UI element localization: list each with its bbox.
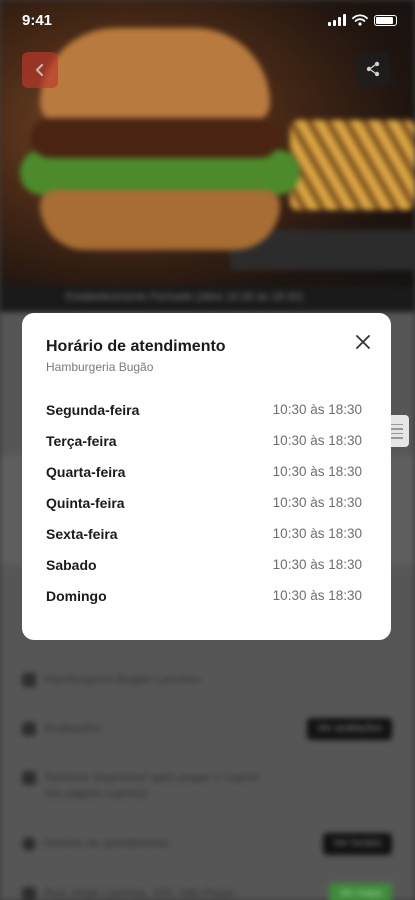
- signal-icon: [328, 14, 346, 26]
- burger-patty: [30, 118, 280, 158]
- hours-button[interactable]: Ver horário: [323, 833, 392, 855]
- phone-icon: [22, 771, 36, 785]
- reviews-row: Avaliações Ver avaliações: [22, 715, 392, 743]
- hero-image: [0, 0, 415, 312]
- day-label: Domingo: [46, 588, 107, 604]
- address-row: Rua Jorge Lacerda, 100, São Paulo Ver ma…: [22, 880, 392, 900]
- hours-row-sunday: Domingo 10:30 às 18:30: [46, 586, 362, 617]
- phone-row: Telefone disponível após pegar o cupom (…: [22, 764, 392, 804]
- closed-notice-text: Estabelecimento Fechado (Abre 10:30 às 1…: [66, 291, 303, 303]
- hours-row-bg: Horário de atendimento Ver horário: [22, 830, 392, 858]
- wifi-icon: [352, 14, 368, 26]
- battery-icon: [374, 15, 397, 26]
- day-label: Terça-feira: [46, 433, 117, 449]
- reviews-button[interactable]: Ver avaliações: [306, 718, 392, 740]
- phone-note-line2: (na página cupons): [44, 786, 147, 800]
- close-button[interactable]: [352, 331, 374, 353]
- hours-row-wednesday: Quarta-feira 10:30 às 18:30: [46, 462, 362, 493]
- hours-label-bg: Horário de atendimento: [44, 836, 170, 850]
- arrow-left-icon: [35, 63, 44, 77]
- store-name-row: Hamburgeria Bugão Lanches: [22, 666, 392, 694]
- day-label: Quinta-feira: [46, 495, 125, 511]
- hours-value: 10:30 às 18:30: [272, 433, 362, 448]
- hours-value: 10:30 às 18:30: [272, 464, 362, 479]
- close-icon: [356, 335, 370, 349]
- hours-value: 10:30 às 18:30: [272, 557, 362, 572]
- reviews-label: Avaliações: [44, 721, 102, 735]
- burger-bun-top: [40, 28, 270, 123]
- map-pin-icon: [22, 887, 36, 900]
- hours-value: 10:30 às 18:30: [272, 588, 362, 603]
- hours-list: Segunda-feira 10:30 às 18:30 Terça-feira…: [46, 400, 362, 617]
- reviews-icon: [22, 722, 36, 736]
- fries-shape: [290, 120, 415, 210]
- burger-bun-bottom: [40, 190, 280, 250]
- hours-row-friday: Sexta-feira 10:30 às 18:30: [46, 524, 362, 555]
- store-icon: [22, 673, 36, 687]
- phone-note-line1: Telefone disponível após pegar o cupom: [44, 770, 260, 784]
- store-name-text: Hamburgeria Bugão Lanches: [44, 672, 201, 686]
- map-button[interactable]: Ver mapa: [329, 883, 392, 900]
- address-text: Rua Jorge Lacerda, 100, São Paulo: [44, 886, 235, 900]
- hours-row-saturday: Sabado 10:30 às 18:30: [46, 555, 362, 586]
- hours-value: 10:30 às 18:30: [272, 402, 362, 417]
- status-icons: [328, 14, 397, 26]
- day-label: Sabado: [46, 557, 97, 573]
- status-time: 9:41: [22, 12, 53, 29]
- modal-subtitle: Hamburgeria Bugão: [46, 360, 154, 374]
- clock-icon: [22, 837, 36, 851]
- share-icon: [366, 61, 380, 77]
- back-button[interactable]: [22, 52, 58, 88]
- hours-row-monday: Segunda-feira 10:30 às 18:30: [46, 400, 362, 431]
- hours-value: 10:30 às 18:30: [272, 495, 362, 510]
- hours-row-thursday: Quinta-feira 10:30 às 18:30: [46, 493, 362, 524]
- hours-value: 10:30 às 18:30: [272, 526, 362, 541]
- day-label: Quarta-feira: [46, 464, 126, 480]
- share-button[interactable]: [356, 52, 390, 86]
- hours-row-tuesday: Terça-feira 10:30 às 18:30: [46, 431, 362, 462]
- modal-title: Horário de atendimento: [46, 338, 226, 355]
- day-label: Sexta-feira: [46, 526, 118, 542]
- day-label: Segunda-feira: [46, 402, 140, 418]
- hours-modal: Horário de atendimento Hamburgeria Bugão…: [22, 313, 391, 640]
